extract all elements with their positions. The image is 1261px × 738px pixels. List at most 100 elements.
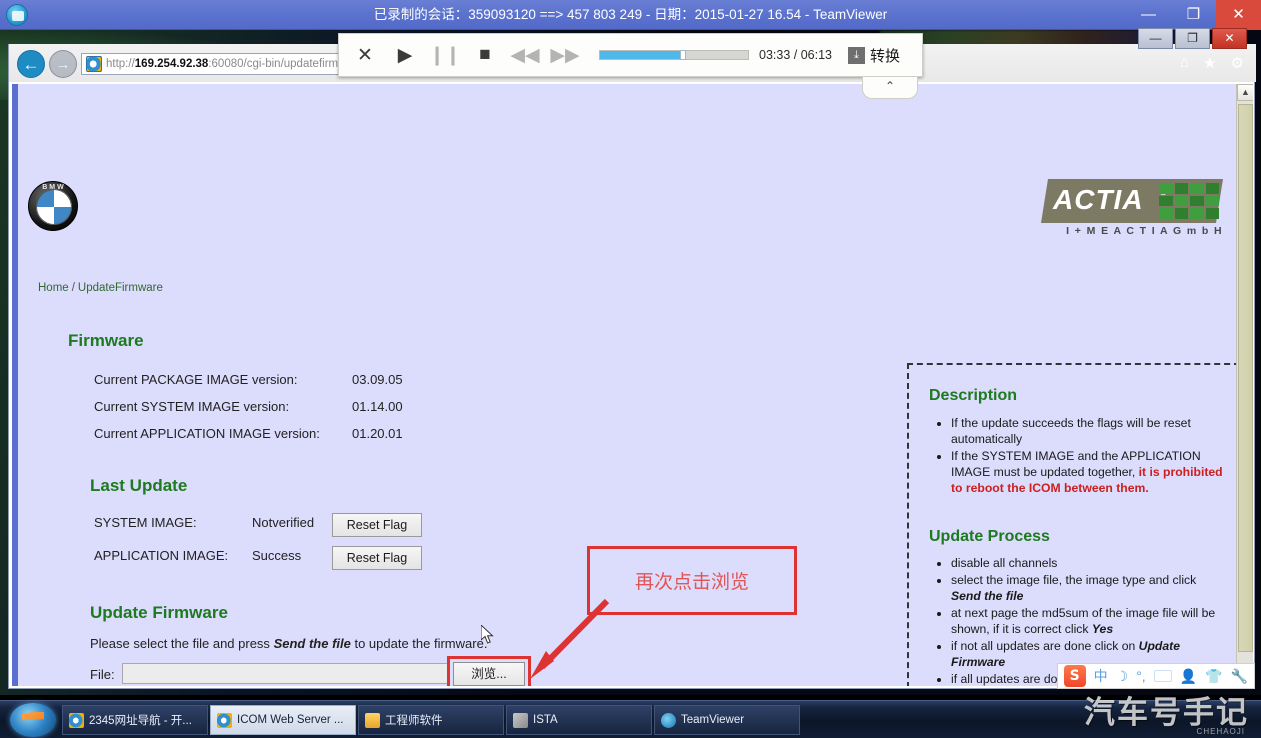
- player-progress-bar[interactable]: [599, 50, 749, 60]
- ime-tools-icon[interactable]: 🔧: [1231, 668, 1248, 685]
- player-collapse-tab[interactable]: ⌃: [862, 77, 918, 99]
- bmw-roundel-inner: [36, 189, 72, 225]
- sogou-ime-icon[interactable]: S: [1063, 665, 1086, 687]
- description-panel: Description If the update succeeds the f…: [907, 363, 1240, 686]
- back-icon[interactable]: ←: [17, 50, 45, 78]
- player-close-icon[interactable]: ✕: [345, 34, 385, 76]
- process-item-emphasis: Send the file: [951, 589, 1024, 603]
- last-update-label: SYSTEM IMAGE:: [94, 515, 197, 530]
- version-label: Current SYSTEM IMAGE version:: [94, 399, 290, 414]
- actia-subtitle: I + M E A C T I A G m b H: [1066, 225, 1223, 237]
- instruction-pre: Please select the file and press: [90, 636, 274, 651]
- bmw-logo-icon: BMW: [28, 181, 78, 231]
- taskbar-item-teamviewer[interactable]: TeamViewer: [654, 705, 800, 735]
- home-icon[interactable]: ⌂: [1180, 54, 1189, 72]
- player-progress-fill: [600, 51, 680, 59]
- list-item: select the image file, the image type an…: [951, 572, 1225, 604]
- taskbar-item-label: ISTA: [533, 714, 558, 726]
- player-progress-knob[interactable]: [679, 50, 686, 60]
- watermark-subtext: CHEHAOJI: [1196, 727, 1245, 736]
- update-firmware-heading: Update Firmware: [90, 603, 228, 622]
- window-minimize-button[interactable]: —: [1126, 0, 1171, 30]
- taskbar-item-label: 工程师软件: [385, 715, 443, 727]
- window-close-button[interactable]: ✕: [1216, 0, 1261, 30]
- favorites-icon[interactable]: ★: [1203, 54, 1216, 72]
- player-rewind-icon[interactable]: ◀◀: [505, 34, 545, 76]
- ime-language-icon[interactable]: 中: [1094, 666, 1108, 686]
- ie-icon: [217, 712, 232, 728]
- list-item: disable all channels: [951, 555, 1225, 571]
- browser-minimize-button[interactable]: —: [1138, 28, 1173, 49]
- taskbar-item-label: ICOM Web Server ...: [237, 714, 344, 726]
- description-item-text: If the update succeeds the flags will be…: [951, 416, 1191, 446]
- forward-icon[interactable]: →: [49, 50, 77, 78]
- ie-icon: [69, 712, 84, 728]
- annotation-text: 再次点击浏览: [634, 571, 749, 593]
- ime-punctuation-icon[interactable]: °,: [1136, 668, 1146, 684]
- ime-keyboard-icon[interactable]: [1153, 670, 1172, 682]
- window-maximize-button[interactable]: ❐: [1171, 0, 1216, 30]
- ime-skin-icon[interactable]: 👕: [1205, 668, 1222, 685]
- vertical-scrollbar[interactable]: ▲ ▼: [1236, 84, 1253, 686]
- web-page-viewport: BMW ACTIA ® I + M E A C T I A G m b H Ho…: [12, 84, 1253, 686]
- actia-grid-icon: [1159, 183, 1219, 219]
- taskbar-item-ista[interactable]: ISTA: [506, 705, 652, 735]
- browser-toolbar-icons: ⌂ ★ ⚙: [1180, 54, 1244, 72]
- process-item-text: select the image file, the image type an…: [951, 573, 1197, 587]
- update-instruction: Please select the file and press Send th…: [90, 636, 487, 651]
- taskbar-item-2345[interactable]: 2345网址导航 - 开...: [62, 705, 208, 735]
- list-item: If the SYSTEM IMAGE and the APPLICATION …: [951, 448, 1225, 496]
- scrollbar-thumb[interactable]: [1238, 104, 1253, 652]
- browser-restore-button[interactable]: ❐: [1175, 28, 1210, 49]
- start-button-icon[interactable]: [10, 703, 56, 737]
- ime-toolbar: S 中 ☽ °, 👤 👕 🔧: [1056, 663, 1255, 689]
- taskbar-item-engineer-software[interactable]: 工程师软件: [358, 705, 504, 735]
- player-convert-button[interactable]: ⤓ 转换: [847, 45, 900, 66]
- taskbar-item-icom-web-server[interactable]: ICOM Web Server ...: [210, 705, 356, 735]
- instruction-emphasis: Send the file: [273, 636, 351, 651]
- page-left-accent-bar: [12, 84, 18, 686]
- process-item-text: disable all channels: [951, 556, 1058, 570]
- last-update-status: Success: [252, 548, 302, 563]
- breadcrumb-home-link[interactable]: Home: [38, 282, 69, 294]
- breadcrumb-current-link[interactable]: UpdateFirmware: [78, 282, 163, 294]
- player-pause-icon[interactable]: ❙❙: [425, 34, 465, 76]
- version-value: 03.09.05: [352, 372, 403, 387]
- last-update-label: APPLICATION IMAGE:: [94, 548, 229, 563]
- ime-moon-icon[interactable]: ☽: [1116, 668, 1129, 685]
- last-update-heading: Last Update: [90, 476, 188, 495]
- breadcrumb: Home / UpdateFirmware: [38, 282, 163, 294]
- process-item-emphasis: Yes: [1091, 622, 1114, 636]
- version-value: 01.14.00: [352, 399, 403, 414]
- player-forward-icon[interactable]: ▶▶: [545, 34, 585, 76]
- description-heading: Description: [929, 387, 1018, 404]
- process-item-text: at next page the md5sum of the image fil…: [951, 606, 1216, 636]
- taskbar-item-label: TeamViewer: [681, 714, 745, 726]
- scroll-up-icon[interactable]: ▲: [1237, 84, 1253, 101]
- browser-close-button[interactable]: ✕: [1212, 28, 1247, 49]
- taskbar-item-label: 2345网址导航 - 开...: [89, 715, 192, 727]
- folder-icon: [365, 712, 380, 728]
- player-stop-icon[interactable]: ■: [465, 34, 505, 76]
- file-label: File:: [90, 667, 115, 682]
- browser-window: ← → http://169.254.92.38:60080/cgi-bin/u…: [8, 28, 1256, 689]
- site-favicon-icon: [86, 56, 102, 72]
- windows-taskbar: 2345网址导航 - 开... ICOM Web Server ... 工程师软…: [0, 700, 1261, 738]
- recording-player-toolbar: ✕ ▶ ❙❙ ■ ◀◀ ▶▶ 03:33 / 06:13 ⤓ 转换: [338, 33, 923, 77]
- version-label: Current PACKAGE IMAGE version:: [94, 372, 298, 387]
- convert-label: 转换: [869, 47, 900, 65]
- breadcrumb-separator: /: [71, 282, 75, 294]
- player-time-display: 03:33 / 06:13: [759, 48, 832, 62]
- tools-gear-icon[interactable]: ⚙: [1231, 54, 1244, 72]
- actia-logo-text: ACTIA: [1053, 184, 1144, 215]
- player-play-icon[interactable]: ▶: [385, 34, 425, 76]
- reset-flag-system-button[interactable]: Reset Flag: [332, 513, 422, 537]
- taskbar-items: 2345网址导航 - 开... ICOM Web Server ... 工程师软…: [62, 705, 800, 735]
- ime-user-icon[interactable]: 👤: [1180, 668, 1197, 685]
- reset-flag-application-button[interactable]: Reset Flag: [332, 546, 422, 570]
- version-label: Current APPLICATION IMAGE version:: [94, 426, 320, 441]
- teamviewer-icon: [661, 712, 676, 728]
- teamviewer-titlebar: 已录制的会话：359093120 ==> 457 803 249 - 日期：20…: [0, 0, 1261, 30]
- annotation-arrow-icon: [530, 599, 610, 679]
- file-input[interactable]: [122, 663, 450, 684]
